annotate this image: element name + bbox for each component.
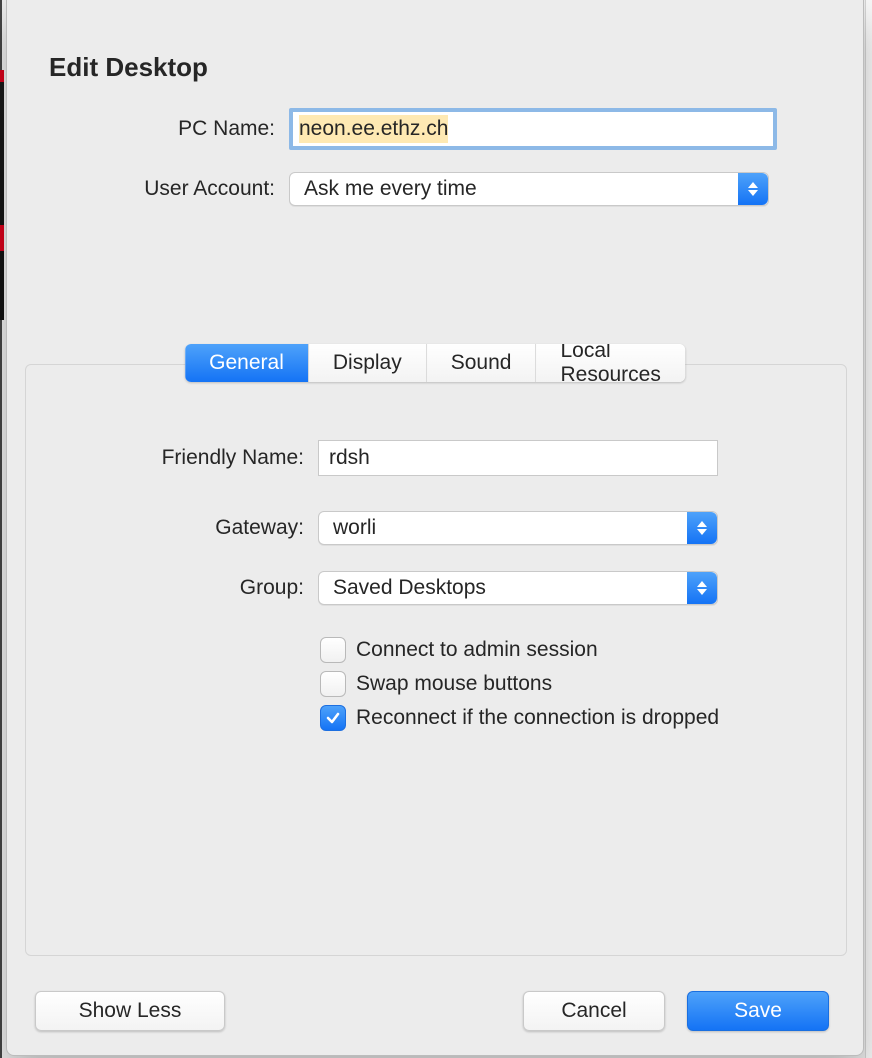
sheet-title: Edit Desktop [49, 52, 208, 83]
group-label: Group: [26, 576, 318, 600]
right-window-edge [865, 0, 872, 1058]
group-value: Saved Desktops [333, 576, 486, 600]
cancel-button[interactable]: Cancel [523, 991, 665, 1031]
background-sliver [0, 70, 4, 320]
checkbox-group: Connect to admin session Swap mouse butt… [320, 637, 719, 731]
save-button[interactable]: Save [687, 991, 829, 1031]
checkbox-swap-mouse[interactable]: Swap mouse buttons [320, 671, 719, 697]
checkbox-label: Connect to admin session [356, 638, 598, 662]
checkbox-label: Swap mouse buttons [356, 672, 552, 696]
tab-sound[interactable]: Sound [427, 344, 537, 382]
gateway-value: worli [333, 516, 376, 540]
checkbox-reconnect[interactable]: Reconnect if the connection is dropped [320, 705, 719, 731]
tab-display[interactable]: Display [309, 344, 427, 382]
pc-name-label: PC Name: [7, 117, 289, 141]
edit-desktop-sheet: Edit Desktop PC Name: neon.ee.ethz.ch Us… [6, 0, 864, 1056]
chevrons-icon [738, 173, 768, 205]
footer: Show Less Cancel Save [7, 991, 863, 1035]
chevrons-icon [687, 572, 717, 604]
user-account-label: User Account: [7, 177, 289, 201]
pc-name-input[interactable]: neon.ee.ethz.ch [289, 108, 777, 150]
group-select[interactable]: Saved Desktops [318, 571, 718, 605]
tab-strip: General Display Sound Local Resources [185, 344, 685, 382]
row-friendly-name: Friendly Name: rdsh [26, 435, 846, 481]
checkbox-label: Reconnect if the connection is dropped [356, 706, 719, 730]
checkbox-icon [320, 637, 346, 663]
gateway-label: Gateway: [26, 516, 318, 540]
tab-host: Friendly Name: rdsh Gateway: worli Group… [25, 344, 845, 954]
show-less-button[interactable]: Show Less [35, 991, 225, 1031]
gateway-select[interactable]: worli [318, 511, 718, 545]
row-pc-name: PC Name: neon.ee.ethz.ch [7, 104, 863, 154]
pc-name-value: neon.ee.ethz.ch [299, 115, 448, 143]
general-groupbox: Friendly Name: rdsh Gateway: worli Group… [25, 364, 847, 956]
friendly-name-value: rdsh [329, 446, 370, 470]
row-group: Group: Saved Desktops [26, 565, 846, 611]
checkbox-icon [320, 671, 346, 697]
friendly-name-label: Friendly Name: [26, 446, 318, 470]
checkbox-icon [320, 705, 346, 731]
friendly-name-input[interactable]: rdsh [318, 440, 718, 476]
checkbox-admin-session[interactable]: Connect to admin session [320, 637, 719, 663]
row-user-account: User Account: Ask me every time [7, 164, 863, 214]
user-account-value: Ask me every time [304, 177, 477, 201]
chevrons-icon [687, 512, 717, 544]
user-account-select[interactable]: Ask me every time [289, 172, 769, 206]
background-sliver-accent [0, 70, 4, 82]
tab-general[interactable]: General [185, 344, 309, 382]
row-gateway: Gateway: worli [26, 505, 846, 551]
tab-local-resources[interactable]: Local Resources [536, 344, 684, 382]
